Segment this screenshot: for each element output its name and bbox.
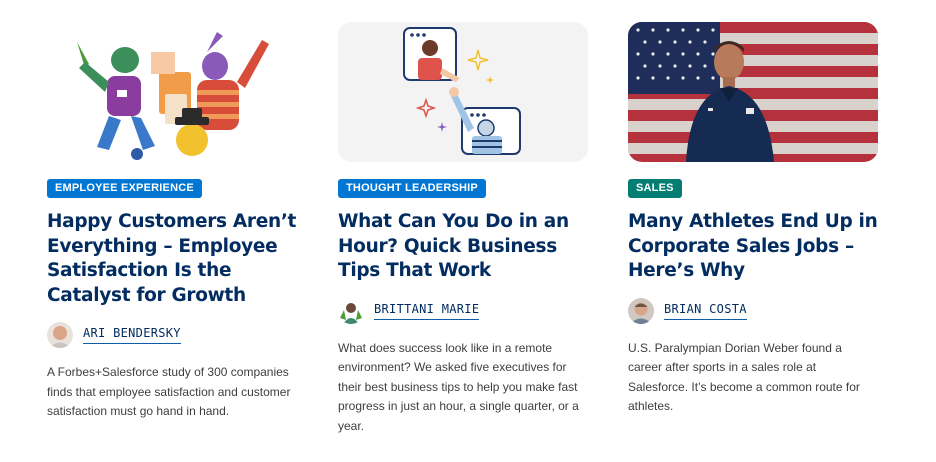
author-avatar (338, 297, 364, 324)
article-illustration-video-call[interactable] (338, 22, 588, 162)
article-title[interactable]: What Can You Do in an Hour? Quick Busine… (338, 210, 588, 284)
author-byline: BRIAN COSTA (628, 297, 878, 324)
category-badge[interactable]: EMPLOYEE EXPERIENCE (47, 179, 202, 198)
author-link[interactable]: BRIAN COSTA (664, 302, 747, 320)
article-card-employee-satisfaction[interactable]: EMPLOYEE EXPERIENCE Happy Customers Aren… (47, 22, 297, 422)
article-card-business-tips[interactable]: THOUGHT LEADERSHIP What Can You Do in an… (338, 22, 588, 436)
author-byline: BRITTANI MARIE (338, 297, 588, 324)
article-summary: A Forbes+Salesforce study of 300 compani… (47, 365, 291, 418)
category-badge[interactable]: SALES (628, 179, 682, 198)
article-summary: U.S. Paralympian Dorian Weber found a ca… (628, 340, 860, 414)
article-photo-athlete-flag[interactable] (628, 22, 878, 162)
author-link[interactable]: BRITTANI MARIE (374, 302, 480, 320)
article-summary: What does success look like in a remote … (338, 340, 579, 433)
article-title[interactable]: Happy Customers Aren’t Everything – Empl… (47, 210, 297, 308)
article-illustration-celebration[interactable] (47, 22, 297, 162)
article-card-athletes-sales[interactable]: SALES Many Athletes End Up in Corporate … (628, 22, 878, 417)
article-title[interactable]: Many Athletes End Up in Corporate Sales … (628, 210, 878, 284)
author-avatar (47, 322, 73, 348)
author-avatar (628, 297, 654, 324)
author-byline: ARI BENDERSKY (47, 322, 297, 348)
category-badge[interactable]: THOUGHT LEADERSHIP (338, 179, 486, 198)
author-link[interactable]: ARI BENDERSKY (83, 326, 181, 344)
